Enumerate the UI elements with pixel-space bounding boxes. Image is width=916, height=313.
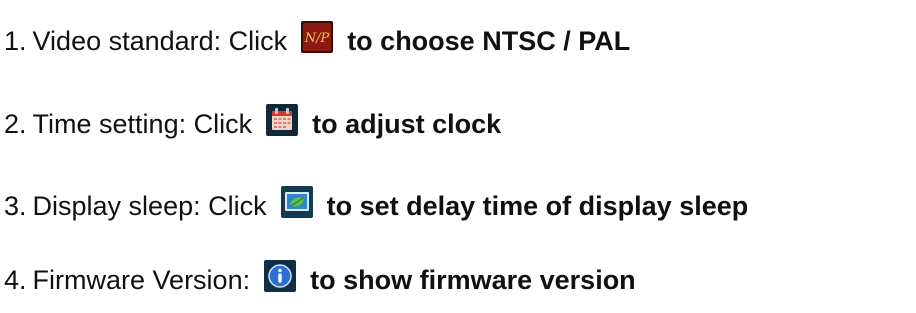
item-action-text: to adjust clock [312,108,502,139]
item-lead-text: Video standard: Click [32,25,288,56]
item-lead-text: Firmware Version: [32,264,251,295]
item-number: 4. [4,264,27,295]
info-icon[interactable] [264,260,297,292]
ntsc-pal-icon-label: N/P [304,31,330,46]
display-picture-icon[interactable] [280,186,313,218]
ntsc-pal-icon[interactable]: N/P [301,21,334,53]
list-item-video-standard: 1. Video standard: Click N/P to choose N… [4,19,630,63]
list-item-display-sleep: 3. Display sleep: Click to set delay tim… [4,184,748,228]
item-action-text: to show firmware version [310,264,636,295]
item-action-text: to choose NTSC / PAL [347,25,631,56]
item-lead-text: Time setting: Click [32,108,253,139]
calendar-icon[interactable] [266,104,299,136]
list-item-time-setting: 2. Time setting: Click to adjust clock [4,102,501,146]
item-number: 2. [4,108,27,139]
item-action-text: to set delay time of display sleep [326,190,749,221]
instruction-list: 1. Video standard: Click N/P to choose N… [0,0,916,313]
list-item-firmware-version: 4. Firmware Version: to show firmware ve… [4,258,636,302]
item-number: 3. [4,190,27,221]
item-number: 1. [4,25,27,56]
item-lead-text: Display sleep: Click [32,190,267,221]
